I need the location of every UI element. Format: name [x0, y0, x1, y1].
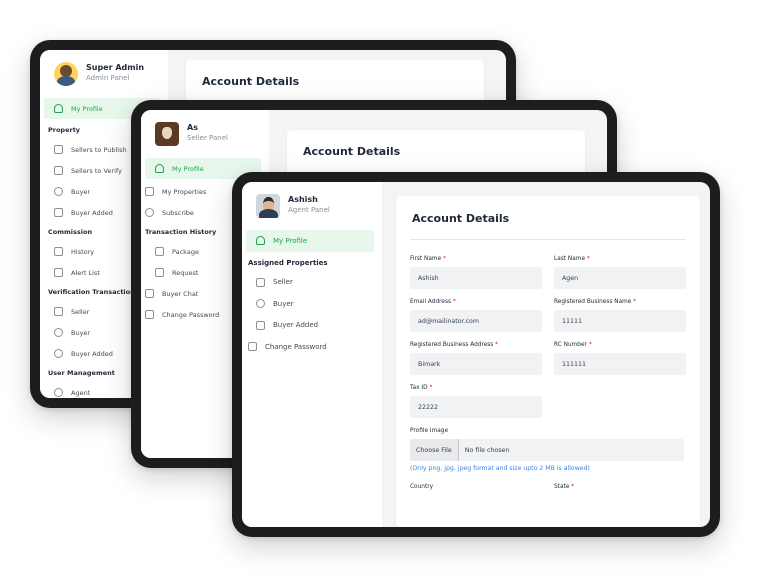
agent-main: Account Details First Name * Ashish Last… [382, 182, 710, 527]
agent-profile: Ashish Agent Panel [242, 194, 382, 228]
handshake-icon [54, 187, 63, 196]
last-name-field: Last Name * Agen [554, 256, 686, 289]
agent-section-assigned-properties: Assigned Properties [248, 258, 328, 267]
last-name-input[interactable]: Agen [554, 267, 686, 289]
chat-icon [145, 289, 154, 298]
agent-icon [54, 388, 63, 397]
business-name-input[interactable]: 11111 [554, 310, 686, 332]
first-name-field: First Name * Ashish [410, 256, 542, 289]
seller-card-title: Account Details [303, 145, 401, 158]
email-field: Email Address * ad@mailinator.com [410, 299, 542, 332]
tax-id-input[interactable]: 22222 [410, 396, 542, 418]
business-name-field: Registered Business Name * 11111 [554, 299, 686, 332]
account-details-card: Account Details First Name * Ashish Last… [396, 196, 700, 527]
email-input[interactable]: ad@mailinator.com [410, 310, 542, 332]
admin-role: Admin Panel [86, 74, 130, 82]
first-name-input[interactable]: Ashish [410, 267, 542, 289]
business-address-field: Registered Business Address * Bimark [410, 342, 542, 375]
password-scan-icon [145, 310, 154, 319]
tax-id-field: Tax ID * 22222 [410, 385, 542, 418]
agent-nav-buyer-added[interactable]: Buyer Added [242, 315, 382, 337]
admin-avatar [54, 62, 78, 86]
agent-name: Ashish [288, 195, 318, 204]
business-address-input[interactable]: Bimark [410, 353, 542, 375]
subscribe-icon [145, 208, 154, 217]
building-icon [54, 145, 63, 154]
handshake-icon [54, 328, 63, 337]
building-icon [54, 166, 63, 175]
user-icon [54, 104, 63, 113]
document-icon [155, 247, 164, 256]
agent-sidebar: Ashish Agent Panel My Profile Assigned P… [242, 182, 382, 527]
agent-role: Agent Panel [288, 206, 330, 214]
rc-number-input[interactable]: 111111 [554, 353, 686, 375]
choose-file-button[interactable]: Choose File [410, 439, 459, 461]
agent-nav-my-profile[interactable]: My Profile [246, 230, 374, 252]
agent-nav-change-password[interactable]: Change Password [242, 336, 382, 358]
profile-image-input[interactable]: Choose File No file chosen [410, 439, 684, 461]
admin-profile: Super Admin Admin Panel [40, 62, 168, 96]
building-icon [256, 277, 265, 287]
agent-nav: My Profile Assigned Properties Seller Bu… [242, 230, 382, 358]
profile-image-label: Profile Image [410, 428, 449, 434]
clipboard-icon [256, 320, 265, 330]
account-form: First Name * Ashish Last Name * Agen Ema… [410, 256, 686, 428]
clipboard-icon [54, 208, 63, 217]
building-icon [54, 307, 63, 316]
admin-card-title: Account Details [202, 75, 300, 88]
state-label: State [554, 484, 570, 490]
seller-avatar [155, 122, 179, 146]
user-icon [155, 164, 164, 173]
list-icon [54, 247, 63, 256]
stage: Super Admin Admin Panel My Profile Prope… [0, 0, 762, 579]
agent-screen: Ashish Agent Panel My Profile Assigned P… [242, 182, 710, 527]
seller-role: Seller Panel [187, 134, 228, 142]
agent-nav-buyer[interactable]: Buyer [242, 293, 382, 315]
agent-avatar [256, 194, 280, 218]
seller-name: As [187, 123, 198, 132]
profile-image-field: Profile Image Choose File No file chosen… [410, 428, 686, 472]
seller-profile: As Seller Panel [141, 122, 269, 156]
handshake-icon [54, 349, 63, 358]
building-icon [145, 187, 154, 196]
account-details-title: Account Details [410, 196, 686, 240]
handshake-icon [256, 299, 265, 309]
admin-name: Super Admin [86, 63, 145, 72]
agent-nav-seller[interactable]: Seller [242, 272, 382, 294]
clipboard-icon [155, 268, 164, 277]
location-row: Country State * [410, 484, 575, 490]
password-scan-icon [248, 342, 257, 352]
clipboard-icon [54, 268, 63, 277]
user-icon [256, 236, 265, 246]
file-format-hint: (Only png, jpg, jpeg format and size upt… [410, 465, 590, 472]
agent-tablet: Ashish Agent Panel My Profile Assigned P… [232, 172, 720, 537]
country-label: Country [410, 484, 434, 490]
rc-number-field: RC Number * 111111 [554, 342, 686, 375]
no-file-text: No file chosen [464, 446, 510, 454]
